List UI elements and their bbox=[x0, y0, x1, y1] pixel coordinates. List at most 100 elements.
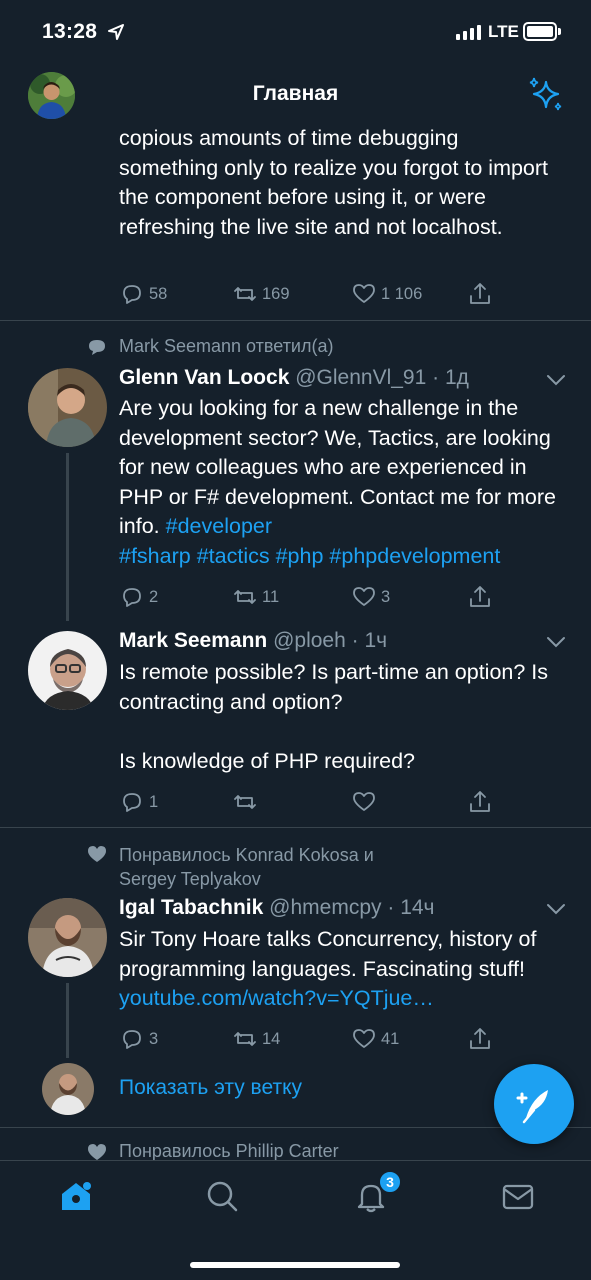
reply-count: 2 bbox=[149, 587, 159, 606]
avatar[interactable] bbox=[28, 631, 107, 710]
search-icon[interactable] bbox=[205, 1179, 239, 1213]
reply-button[interactable]: 1 bbox=[119, 789, 158, 815]
separator-dot: · bbox=[387, 896, 395, 919]
tweet-text: Sir Tony Hoare talks Concurrency, histor… bbox=[119, 925, 569, 1014]
retweet-icon bbox=[234, 1032, 256, 1046]
reply-icon bbox=[123, 793, 141, 812]
tweet-body: Sir Tony Hoare talks Concurrency, histor… bbox=[119, 927, 537, 981]
reply-icon bbox=[123, 285, 141, 304]
share-button[interactable] bbox=[467, 584, 493, 610]
tweet-time: 1ч bbox=[364, 629, 388, 652]
tweet-time: 1д bbox=[444, 366, 469, 389]
author-handle[interactable]: @ploeh bbox=[273, 629, 346, 652]
reply-count: 1 bbox=[149, 792, 159, 811]
retweet-button[interactable] bbox=[232, 789, 258, 815]
tweet-header: Mark Seemann @ploeh · 1ч bbox=[119, 629, 387, 653]
battery-icon bbox=[523, 22, 557, 41]
tweet-text: Is knowledge of PHP required? bbox=[119, 749, 416, 773]
compose-feather-icon bbox=[516, 1090, 548, 1124]
separator-dot: · bbox=[432, 366, 440, 389]
retweet-count: 169 bbox=[262, 284, 290, 303]
divider bbox=[0, 320, 591, 321]
heart-filled-icon bbox=[88, 846, 106, 862]
avatar[interactable] bbox=[28, 368, 107, 447]
social-context: Понравилось Konrad Kokosa и Sergey Teply… bbox=[119, 843, 374, 891]
share-icon bbox=[470, 283, 490, 304]
hashtag-link[interactable]: #tactics bbox=[197, 544, 270, 568]
social-context: Mark Seemann ответил(а) bbox=[119, 336, 334, 356]
hashtag-link[interactable]: #fsharp bbox=[119, 544, 191, 568]
chevron-down-icon[interactable] bbox=[544, 901, 568, 917]
like-button[interactable]: 1 106 bbox=[351, 281, 422, 307]
author-name[interactable]: Mark Seemann bbox=[119, 629, 267, 652]
retweet-count: 14 bbox=[262, 1029, 281, 1048]
reply-button[interactable]: 58 bbox=[119, 281, 167, 307]
retweet-button[interactable]: 11 bbox=[232, 584, 279, 610]
messages-envelope-icon[interactable] bbox=[501, 1182, 535, 1212]
chevron-down-icon[interactable] bbox=[544, 634, 568, 650]
tweet-header: Glenn Van Loock @GlennVl_91 · 1д bbox=[119, 366, 469, 390]
tweet-text: Are you looking for a new challenge in t… bbox=[119, 394, 569, 571]
separator-dot: · bbox=[351, 629, 359, 652]
like-button[interactable]: 41 bbox=[351, 1026, 399, 1052]
reply-icon bbox=[123, 1030, 141, 1049]
battery-tip bbox=[558, 28, 561, 35]
heart-filled-icon bbox=[88, 1144, 106, 1160]
compose-tweet-button[interactable] bbox=[494, 1064, 574, 1144]
thread-line bbox=[66, 453, 69, 621]
author-name[interactable]: Igal Tabachnik bbox=[119, 896, 263, 919]
reply-bubble-icon bbox=[89, 340, 105, 355]
url-link[interactable]: youtube.com/watch?v=YQTjue… bbox=[119, 986, 434, 1010]
retweet-button[interactable]: 169 bbox=[232, 281, 290, 307]
share-icon bbox=[470, 586, 490, 607]
status-time: 13:28 bbox=[42, 20, 98, 43]
retweet-icon bbox=[234, 590, 256, 604]
like-button[interactable]: 3 bbox=[351, 584, 390, 610]
heart-icon bbox=[353, 1029, 375, 1048]
tweet-text: Is remote possible? Is part-time an opti… bbox=[119, 660, 549, 714]
reply-icon bbox=[123, 588, 141, 607]
author-handle[interactable]: @hmemcpy bbox=[269, 896, 381, 919]
tweet-header: Igal Tabachnik @hmemcpy · 14ч bbox=[119, 896, 435, 920]
reply-count: 58 bbox=[149, 284, 168, 303]
divider bbox=[0, 827, 591, 828]
retweet-icon bbox=[234, 287, 256, 301]
show-thread-link[interactable]: Показать эту ветку bbox=[119, 1076, 302, 1100]
home-icon[interactable] bbox=[58, 1178, 94, 1214]
heart-icon bbox=[353, 792, 375, 811]
author-name[interactable]: Glenn Van Loock bbox=[119, 366, 289, 389]
share-button[interactable] bbox=[467, 1026, 493, 1052]
page-title: Главная bbox=[252, 82, 339, 105]
heart-icon bbox=[353, 587, 375, 606]
reply-count: 3 bbox=[149, 1029, 159, 1048]
hashtag-link[interactable]: #developer bbox=[166, 514, 272, 538]
sparkle-icon[interactable] bbox=[526, 76, 564, 114]
reply-button[interactable]: 2 bbox=[119, 584, 158, 610]
reply-button[interactable]: 3 bbox=[119, 1026, 158, 1052]
notifications-badge: 3 bbox=[378, 1170, 402, 1194]
retweet-button[interactable]: 14 bbox=[232, 1026, 280, 1052]
social-context: Понравилось Phillip Carter bbox=[119, 1141, 339, 1161]
tweet-time: 14ч bbox=[400, 896, 435, 919]
share-button[interactable] bbox=[467, 789, 493, 815]
retweet-icon bbox=[234, 795, 256, 809]
home-indicator[interactable] bbox=[190, 1262, 400, 1268]
share-icon bbox=[470, 791, 490, 812]
like-count: 3 bbox=[381, 587, 391, 606]
social-context-line: Понравилось Konrad Kokosa и bbox=[119, 845, 374, 865]
avatar[interactable] bbox=[28, 898, 107, 977]
cellular-signal-icon bbox=[456, 24, 481, 40]
hashtag-link[interactable]: #php bbox=[276, 544, 324, 568]
tweet-text: copious amounts of time debugging someth… bbox=[119, 126, 549, 239]
share-button[interactable] bbox=[467, 281, 493, 307]
like-button[interactable] bbox=[351, 789, 377, 815]
thread-line bbox=[66, 983, 69, 1058]
social-context-line: Sergey Teplyakov bbox=[119, 869, 261, 889]
hashtag-link[interactable]: #phpdevelopment bbox=[329, 544, 500, 568]
chevron-down-icon[interactable] bbox=[544, 372, 568, 388]
author-handle[interactable]: @GlennVl_91 bbox=[295, 366, 426, 389]
like-count: 41 bbox=[381, 1029, 400, 1048]
avatar[interactable] bbox=[42, 1063, 94, 1115]
like-count: 1 106 bbox=[381, 284, 423, 303]
share-icon bbox=[470, 1028, 490, 1049]
